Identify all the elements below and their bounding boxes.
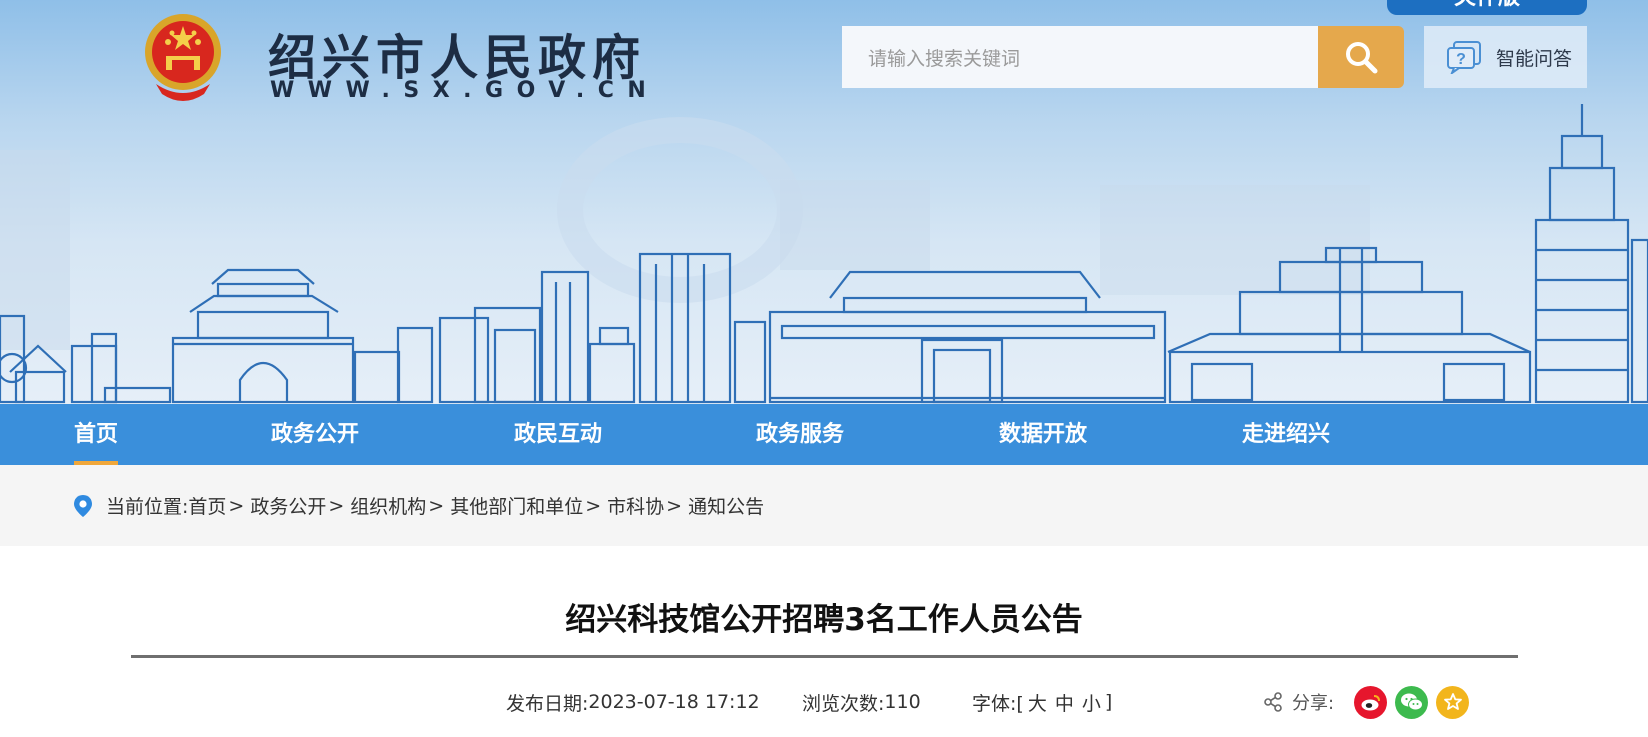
view-count-value: 110 [884,691,921,713]
main-nav: 首页 政务公开 政民互动 政务服务 数据开放 走进绍兴 [0,404,1648,465]
star-icon [1443,693,1462,710]
nav-item-about-shaoxing[interactable]: 走进绍兴 [1242,404,1330,465]
svg-text:?: ? [1456,51,1466,68]
font-size-close-bracket: ] [1104,691,1113,713]
breadcrumb-prefix: 当前位置: [106,496,189,518]
title-divider [131,655,1518,658]
smart-qa-button[interactable]: ? 智能问答 [1424,26,1587,88]
share-bar: 分享: [1262,684,1470,720]
search-input[interactable]: 请输入搜索关键词 [842,26,1318,88]
nav-item-home[interactable]: 首页 [74,404,119,465]
breadcrumb-link-organization[interactable]: 组织机构 [350,492,426,519]
breadcrumb-separator: > [328,494,345,517]
elder-mode-button[interactable]: 关怀版 [1387,0,1587,15]
location-pin-icon [74,494,92,517]
article-title: 绍兴科技馆公开招聘3名工作人员公告 [565,602,1083,638]
font-size-medium-button[interactable]: 中 [1055,689,1074,716]
font-size-controls: 字体:[ 大 中 小 ] [972,688,1112,716]
search-icon [1346,42,1378,74]
share-weibo-button[interactable] [1354,685,1388,719]
share-icon [1264,692,1282,712]
nav-item-open-data[interactable]: 数据开放 [999,404,1087,465]
breadcrumb: 当前位置: 首页 > 政务公开 > 组织机构 > 其他部门和单位 > 市科协 > 通知公告 [72,465,764,546]
search-placeholder: 请输入搜索关键词 [868,47,1021,70]
weibo-icon [1361,695,1380,711]
smart-qa-label: 智能问答 [1496,47,1573,70]
breadcrumb-link-other-departments[interactable]: 其他部门和单位 [450,492,583,519]
nav-item-government-affairs-disclosure[interactable]: 政务公开 [271,404,359,465]
publish-date-value: 2023-07-18 17:12 [588,691,760,713]
view-count-label: 浏览次数: [802,692,885,715]
breadcrumb-bar: 当前位置: 首页 > 政务公开 > 组织机构 > 其他部门和单位 > 市科协 > 通知公告 [0,465,1648,546]
nav-item-public-interaction[interactable]: 政民互动 [514,404,602,465]
view-count: 浏览次数: 110 [802,688,921,716]
wechat-icon [1400,693,1423,711]
breadcrumb-link-government-affairs[interactable]: 政务公开 [250,492,326,519]
breadcrumb-link-notices[interactable]: 通知公告 [688,492,764,519]
publish-date-label: 发布日期: [506,692,589,715]
breadcrumb-separator: > [228,494,245,517]
breadcrumb-separator: > [428,494,445,517]
share-wechat-button[interactable] [1395,685,1429,719]
breadcrumb-link-science-association[interactable]: 市科协 [607,492,664,519]
share-favorite-button[interactable] [1436,685,1470,719]
question-chat-icon: ? [1447,41,1481,74]
search-button[interactable] [1318,26,1404,88]
share-label: 分享: [1292,693,1335,714]
publish-date: 发布日期: 2023-07-18 17:12 [506,688,760,716]
font-size-small-button[interactable]: 小 [1082,689,1101,716]
font-size-large-button[interactable]: 大 [1028,689,1047,716]
breadcrumb-separator: > [666,494,683,517]
font-size-label: 字体:[ [972,692,1024,715]
header-banner: 绍兴市人民政府 WWW.SX.GOV.CN 关怀版 请输入搜索关键词 ? 智能问… [0,0,1648,406]
breadcrumb-separator: > [585,494,602,517]
site-url: WWW.SX.GOV.CN [270,78,660,103]
nav-item-government-services[interactable]: 政务服务 [756,404,844,465]
breadcrumb-link-home[interactable]: 首页 [188,492,226,519]
national-emblem-icon [145,14,221,101]
